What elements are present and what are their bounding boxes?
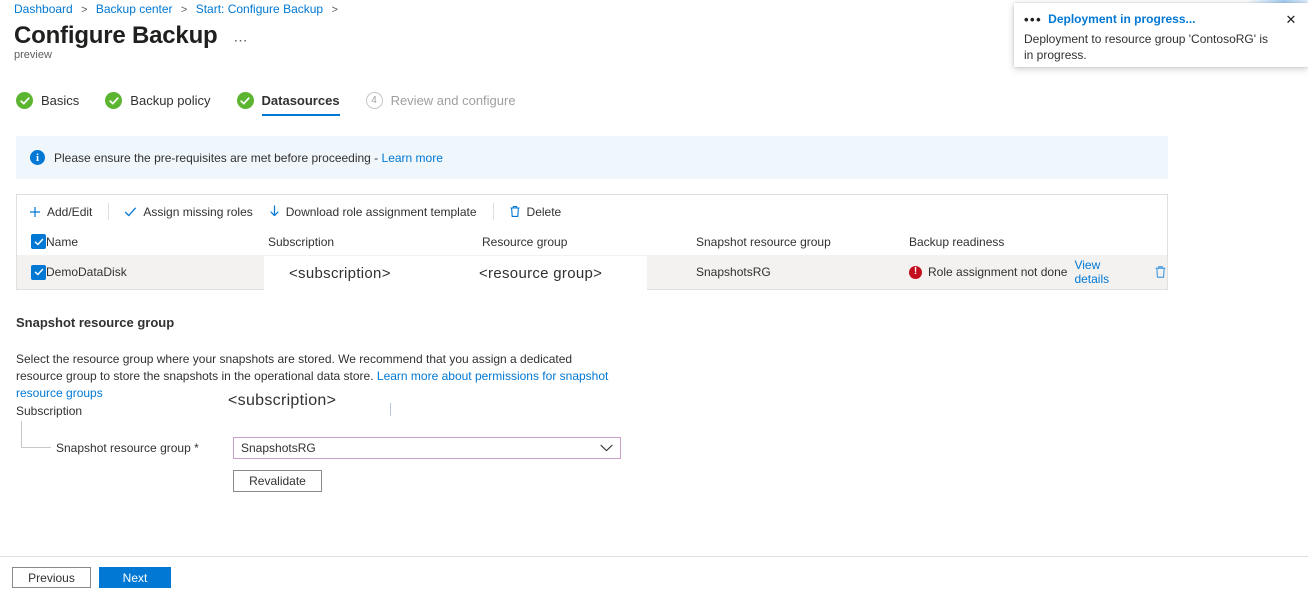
toolbar-separator [108,203,110,220]
tree-connector-line [21,421,51,448]
progress-dots-icon: ••• [1024,11,1043,27]
cell-snapshot-resource-group: SnapshotsRG [696,265,771,279]
notification-toast[interactable]: ••• Deployment in progress... ✕ Deployme… [1014,3,1308,67]
wizard-step-label: Basics [41,93,80,108]
learn-more-link[interactable]: Learn more [382,151,443,165]
revalidate-button[interactable]: Revalidate [233,470,322,492]
info-banner-text: Please ensure the pre-requisites are met… [54,151,443,165]
step-number-icon: 4 [365,92,383,109]
wizard-step-basics[interactable]: Basics [16,92,79,116]
breadcrumb-separator: > [331,4,338,16]
wizard-step-label: Backup policy [130,93,211,108]
column-header-backup-readiness[interactable]: Backup readiness [909,235,1167,249]
error-icon: ! [909,265,922,279]
caret-artifact [390,403,391,416]
wizard-step-review-and-configure[interactable]: 4 Review and configure [365,92,516,116]
delete-label: Delete [526,204,562,219]
subscription-label: Subscription [16,404,83,418]
snapshot-resource-group-dropdown[interactable]: SnapshotsRG [233,437,621,459]
toast-title[interactable]: Deployment in progress... [1048,12,1195,26]
wizard-step-backup-policy[interactable]: Backup policy [105,92,211,116]
snapshot-resource-group-label: Snapshot resource group * [56,441,199,455]
toast-body: Deployment to resource group 'ContosoRG'… [1024,32,1269,62]
breadcrumb-separator: > [81,4,88,16]
wizard-step-label: Datasources [261,93,340,108]
breadcrumb-item-backup-center[interactable]: Backup center [96,2,173,16]
wizard-steps: Basics Backup policy Datasources 4 Revie… [16,92,542,116]
cell-name: DemoDataDisk [46,265,127,279]
toast-header: ••• Deployment in progress... [1024,12,1296,26]
delete-button[interactable]: Delete [509,204,562,219]
check-circle-icon [16,92,33,109]
command-toolbar: Add/Edit Assign missing roles Download r… [17,195,1167,228]
breadcrumb-separator: > [180,4,188,16]
title-row: Configure Backup ⋯ [14,22,248,50]
row-checkbox-cell [17,264,46,280]
breadcrumb-item-start-configure-backup[interactable]: Start: Configure Backup [196,2,323,16]
trash-icon [509,205,521,218]
footer-divider [0,556,1308,557]
column-header-snapshot-resource-group[interactable]: Snapshot resource group [696,235,909,249]
datasources-card: Add/Edit Assign missing roles Download r… [16,194,1168,290]
redacted-resource-group-value: <resource group> [434,256,647,290]
column-header-subscription[interactable]: Subscription [268,235,482,249]
add-edit-label: Add/Edit [47,204,93,219]
download-template-label: Download role assignment template [285,204,477,219]
page-title: Configure Backup [14,22,218,49]
breadcrumb: Dashboard > Backup center > Start: Confi… [14,2,343,16]
info-banner: i Please ensure the pre-requisites are m… [16,136,1168,179]
status-badge: Role assignment not done [928,265,1068,279]
subscription-value: <subscription> [228,392,337,409]
snapshot-resource-group-value: SnapshotsRG [241,441,316,455]
add-edit-button[interactable]: Add/Edit [29,205,92,219]
step-number-label: 4 [365,92,383,109]
previous-button[interactable]: Previous [12,567,91,588]
table-header-row: Name Subscription Resource group Snapsho… [17,228,1167,255]
info-banner-message: Please ensure the pre-requisites are met… [54,150,382,165]
assign-missing-roles-label: Assign missing roles [143,204,253,219]
download-arrow-icon [269,205,280,218]
section-title: Snapshot resource group [16,315,175,330]
row-checkbox[interactable] [31,264,46,280]
check-icon [124,206,137,218]
next-button[interactable]: Next [99,567,171,588]
azure-portal-blade: Dashboard > Backup center > Start: Confi… [0,0,1308,595]
wizard-step-label: Review and configure [390,93,516,108]
breadcrumb-item-dashboard[interactable]: Dashboard [14,2,73,16]
close-icon[interactable]: ✕ [1282,11,1300,29]
select-all-checkbox[interactable] [31,234,46,249]
preview-label: preview [14,49,52,61]
chevron-down-icon [600,444,613,452]
view-details-link[interactable]: View details [1074,258,1138,286]
select-all-checkbox-cell [17,234,46,249]
plus-icon [29,206,41,218]
assign-missing-roles-button[interactable]: Assign missing roles [124,204,253,219]
row-delete-icon[interactable] [1154,265,1167,279]
cell-backup-readiness: ! Role assignment not done View details [909,258,1167,286]
download-role-assignment-template-button[interactable]: Download role assignment template [269,205,477,219]
redacted-subscription-value: <subscription> [264,256,434,290]
toolbar-separator [492,203,494,220]
check-circle-icon [105,92,123,109]
column-header-resource-group[interactable]: Resource group [482,235,696,249]
wizard-step-datasources[interactable]: Datasources [236,92,340,116]
info-icon: i [30,150,45,165]
column-header-name[interactable]: Name [46,235,268,249]
more-options-button[interactable]: ⋯ [233,25,248,47]
check-circle-icon [236,92,254,109]
